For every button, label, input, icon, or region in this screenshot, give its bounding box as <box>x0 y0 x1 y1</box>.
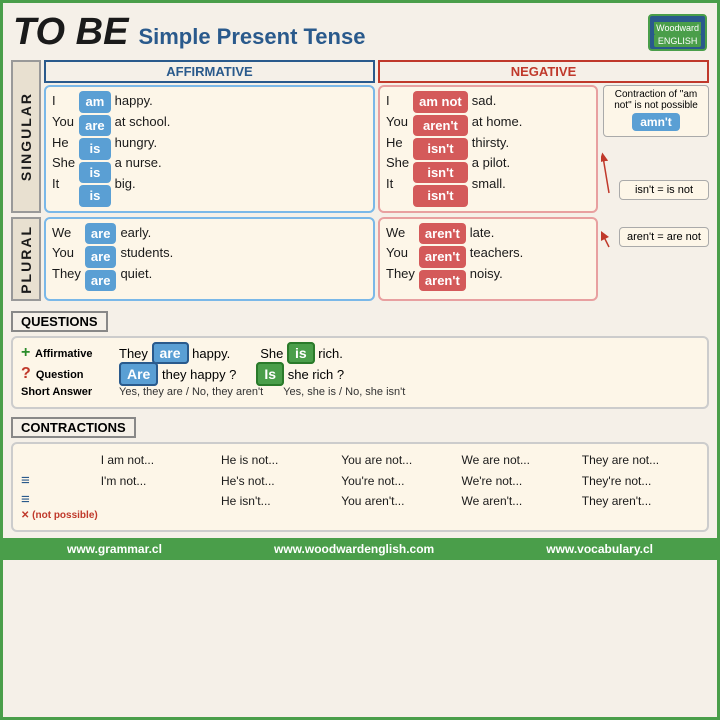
isnt-callout: isn't = is not <box>619 180 709 200</box>
plural-text: PLURAL <box>16 221 36 298</box>
plural-negative: We You They aren't aren't aren't late. t… <box>378 217 709 302</box>
affirmative-q-row: + Affirmative They are happy. She is ric… <box>21 344 699 362</box>
contractions-section: CONTRACTIONS ≡ ≡ ✕ (not possible) I am n… <box>3 413 717 536</box>
negative-header: NEGATIVE <box>378 60 709 83</box>
title-tobe: TO BE <box>13 11 128 54</box>
questions-content: + Affirmative They are happy. She is ric… <box>11 336 709 409</box>
plural-aff-box: We You They are are are early. students.… <box>44 217 375 302</box>
title-subtitle: Simple Present Tense <box>138 24 365 50</box>
logo: Woodward ENGLISH <box>648 14 707 52</box>
short-answer-label: Short Answer <box>21 386 111 398</box>
plural-callout-area: aren't = are not <box>601 217 709 302</box>
short-answer-2: Yes, she is / No, she isn't <box>283 386 405 398</box>
affirmative-examples: They are happy. She is rich. <box>119 345 699 361</box>
is-highlight: is <box>287 342 315 364</box>
singular-affirmative: AFFIRMATIVE I You He She It am are is is… <box>44 60 375 213</box>
footer: www.grammar.cl www.woodwardenglish.com w… <box>3 538 717 560</box>
footer-link-1[interactable]: www.grammar.cl <box>67 542 162 556</box>
affirmative-header: AFFIRMATIVE <box>44 60 375 83</box>
contraction-note: Contraction of "am not" is not possible … <box>603 85 709 137</box>
singular-callout-area: Contraction of "am not" is not possible … <box>601 85 709 213</box>
singular-negative: NEGATIVE I You He She It am not aren't i… <box>378 60 709 213</box>
singular-aff-box: I You He She It am are is is is happy. a… <box>44 85 375 213</box>
question-q-label: ? Question <box>21 365 111 383</box>
are-question-verb: Are <box>119 362 158 386</box>
is-question-verb: Is <box>256 362 284 386</box>
cont-col-4: We are not... We're not... We aren't... <box>461 450 578 521</box>
singular-aff-pronouns: I You He She It <box>52 91 75 195</box>
questions-header: QUESTIONS <box>11 311 108 332</box>
title-area: TO BE Simple Present Tense <box>13 11 365 54</box>
plural-label: PLURAL <box>11 217 41 302</box>
singular-neg-pronouns: I You He She It <box>386 91 409 195</box>
short-answer-1: Yes, they are / No, they aren't <box>119 386 263 398</box>
singular-neg-verbs: am not aren't isn't isn't isn't <box>413 91 468 207</box>
plural-aff-pronouns: We You They <box>52 223 81 285</box>
question-q-row: ? Question Are they happy ? Is she rich … <box>21 365 699 383</box>
singular-text: SINGULAR <box>16 88 36 185</box>
plural-neg-box: We You They aren't aren't aren't late. t… <box>378 217 598 302</box>
plural-row: PLURAL We You They are are are early. st… <box>11 217 709 302</box>
singular-aff-complements: happy. at school. hungry. a nurse. big. <box>115 91 171 195</box>
plural-neg-content: We You They aren't aren't aren't late. t… <box>378 217 709 302</box>
contractions-grid: I am not... I'm not... He is not... He's… <box>101 450 699 521</box>
singular-neg-complements: sad. at home. thirsty. a pilot. small. <box>472 91 523 195</box>
singular-label: SINGULAR <box>11 60 41 213</box>
footer-link-2[interactable]: www.woodwardenglish.com <box>274 542 434 556</box>
singular-aff-verbs: am are is is is <box>79 91 111 207</box>
affirmative-q-label: + Affirmative <box>21 344 111 362</box>
contractions-content: ≡ ≡ ✕ (not possible) I am not... I'm not… <box>11 442 709 532</box>
plural-aff-complements: early. students. quiet. <box>120 223 173 285</box>
contractions-header-row: ≡ ≡ ✕ (not possible) I am not... I'm not… <box>21 450 699 521</box>
amnt-chip: amn't <box>632 113 680 131</box>
are-highlight: are <box>152 342 189 364</box>
question-examples: Are they happy ? Is she rich ? <box>119 366 699 382</box>
plural-affirmative: We You They are are are early. students.… <box>44 217 375 302</box>
main-grammar-area: SINGULAR AFFIRMATIVE I You He She It am … <box>3 58 717 307</box>
arent-callout: aren't = are not <box>619 227 709 247</box>
short-answer-row: Short Answer Yes, they are / No, they ar… <box>21 386 699 398</box>
singular-neg-box: I You He She It am not aren't isn't isn'… <box>378 85 598 213</box>
plural-neg-complements: late. teachers. noisy. <box>470 223 523 285</box>
short-answers: Yes, they are / No, they aren't Yes, she… <box>119 386 699 398</box>
cont-col-5: They are not... They're not... They aren… <box>582 450 699 521</box>
logo-brand: Woodward <box>654 22 701 35</box>
questions-section: QUESTIONS + Affirmative They are happy. … <box>3 307 717 413</box>
cont-col-1: I am not... I'm not... <box>101 450 218 521</box>
cont-col-2: He is not... He's not... He isn't... <box>221 450 338 521</box>
logo-sub: ENGLISH <box>654 35 701 48</box>
singular-neg-content: I You He She It am not aren't isn't isn'… <box>378 85 709 213</box>
plural-neg-verbs: aren't aren't aren't <box>419 223 466 292</box>
footer-link-3[interactable]: www.vocabulary.cl <box>546 542 653 556</box>
singular-row: SINGULAR AFFIRMATIVE I You He She It am … <box>11 60 709 213</box>
plural-aff-verbs: are are are <box>85 223 117 292</box>
cont-col-3: You are not... You're not... You aren't.… <box>341 450 458 521</box>
eq-icons-col: ≡ ≡ ✕ (not possible) <box>21 450 98 521</box>
contractions-header: CONTRACTIONS <box>11 417 136 438</box>
header: TO BE Simple Present Tense Woodward ENGL… <box>3 3 717 58</box>
plural-neg-pronouns: We You They <box>386 223 415 285</box>
